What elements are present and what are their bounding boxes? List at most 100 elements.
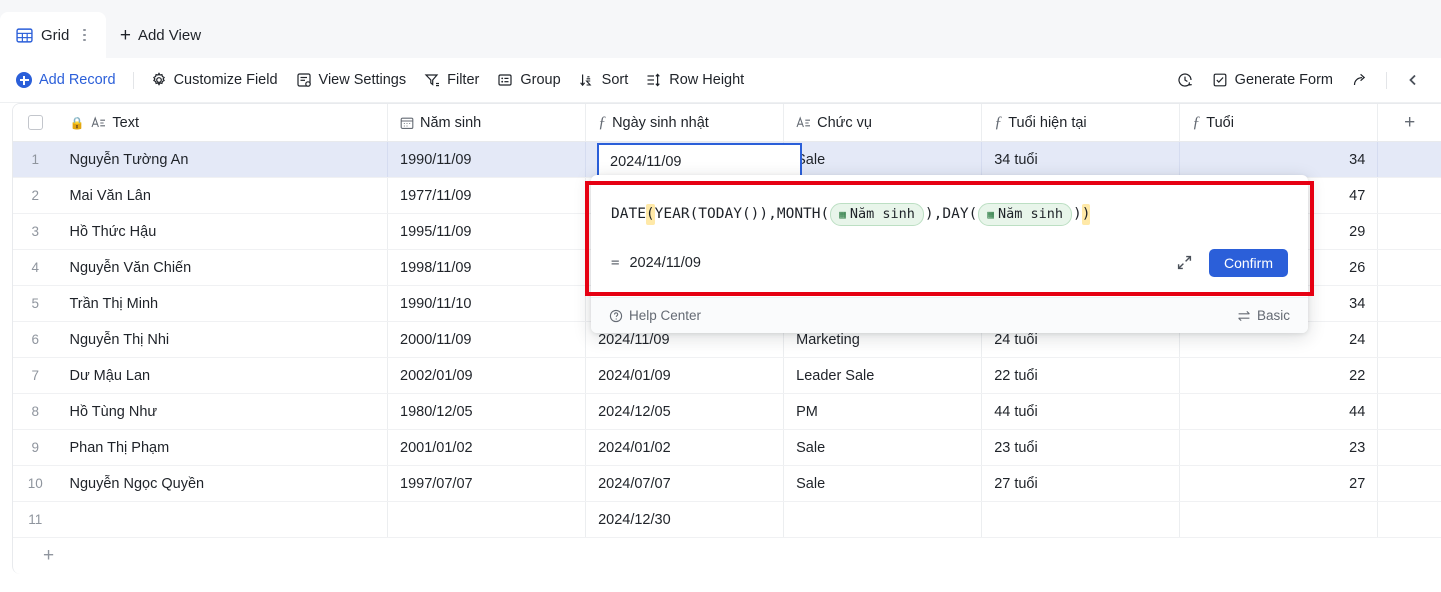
column-header-role[interactable]: Chức vụ	[784, 104, 983, 141]
table-row[interactable]: 10 Nguyễn Ngọc Quyền 1997/07/07 2024/07/07 S…	[13, 466, 1441, 502]
column-header-text[interactable]: 🔒 Text	[57, 104, 388, 141]
cell-role[interactable]	[784, 502, 983, 537]
cell-birth[interactable]: 2002/01/09	[388, 358, 587, 393]
cell-spacer	[1378, 178, 1441, 213]
view-tab-grid[interactable]: Grid	[0, 12, 106, 58]
cell-birth[interactable]: 1990/11/10	[388, 286, 587, 321]
cell-age[interactable]: 34	[1180, 142, 1379, 177]
cell-age[interactable]	[1180, 502, 1379, 537]
add-record-button[interactable]: Add Record	[12, 67, 125, 93]
cell-name[interactable]: Trần Thị Minh	[57, 286, 388, 321]
cell-num[interactable]: 7	[13, 358, 57, 393]
sort-button[interactable]: Sort	[570, 67, 638, 93]
cell-birth[interactable]	[388, 502, 587, 537]
cell-birth[interactable]: 1977/11/09	[388, 178, 587, 213]
table-row[interactable]: 8 Hồ Tùng Như 1980/12/05 2024/12/05 PM 44 tuổ…	[13, 394, 1441, 430]
filter-button[interactable]: Filter	[415, 67, 488, 93]
cell-num[interactable]: 11	[13, 502, 57, 537]
formula-paren-highlight: )	[1081, 204, 1091, 225]
cell-name[interactable]: Nguyễn Thị Nhi	[57, 322, 388, 357]
cell-birth[interactable]: 1980/12/05	[388, 394, 587, 429]
column-header-birthday[interactable]: ƒ Ngày sinh nhật	[586, 104, 785, 141]
cell-birth[interactable]: 1995/11/09	[388, 214, 587, 249]
cell-num[interactable]: 10	[13, 466, 57, 501]
active-cell-value: 2024/11/09	[610, 153, 682, 170]
cell-num[interactable]: 5	[13, 286, 57, 321]
cell-role[interactable]: Sale	[784, 430, 983, 465]
add-field-button[interactable]: +	[1378, 104, 1441, 141]
cell-num[interactable]: 8	[13, 394, 57, 429]
add-row-button[interactable]: +	[13, 538, 1441, 574]
cell-name[interactable]: Hồ Thức Hậu	[57, 214, 388, 249]
cell-bday[interactable]: 2024/01/02	[586, 430, 785, 465]
cell-bday[interactable]: 2024/07/07	[586, 466, 785, 501]
cell-birth[interactable]: 1998/11/09	[388, 250, 587, 285]
cell-bday[interactable]: 2024/12/05	[586, 394, 785, 429]
cell-name[interactable]: Nguyễn Văn Chiến	[57, 250, 388, 285]
cell-role[interactable]: Sale	[784, 466, 983, 501]
row-height-button[interactable]: Row Height	[637, 67, 753, 93]
cell-birth[interactable]: 1997/07/07	[388, 466, 587, 501]
cell-num[interactable]: 4	[13, 250, 57, 285]
cell-num[interactable]: 2	[13, 178, 57, 213]
cell-agetext[interactable]	[982, 502, 1181, 537]
confirm-button[interactable]: Confirm	[1208, 248, 1288, 277]
chevron-left-icon[interactable]	[1399, 66, 1427, 94]
group-button[interactable]: Group	[488, 67, 569, 93]
formula-input[interactable]: DATE(YEAR(TODAY()),MONTH(▦ Năm sinh),DAY(…	[611, 203, 1288, 226]
cell-agetext[interactable]: 22 tuổi	[982, 358, 1181, 393]
cell-num[interactable]: 6	[13, 322, 57, 357]
app-root: Grid + Add View Add Record Customize Fie…	[0, 0, 1441, 592]
history-clock-icon[interactable]	[1171, 66, 1199, 94]
more-vertical-icon[interactable]	[77, 28, 92, 42]
cell-age[interactable]: 27	[1180, 466, 1379, 501]
formula-text: ),DAY(	[924, 206, 978, 223]
cell-name[interactable]: Phan Thị Phạm	[57, 430, 388, 465]
generate-form-button[interactable]: Generate Form	[1203, 67, 1342, 93]
view-settings-button[interactable]: View Settings	[287, 67, 416, 93]
cell-birth[interactable]: 2001/01/02	[388, 430, 587, 465]
expand-diagonal-icon[interactable]	[1176, 254, 1193, 271]
cell-spacer	[1378, 286, 1441, 321]
table-row[interactable]: 7 Dư Mậu Lan 2002/01/09 2024/01/09 Leader Sa…	[13, 358, 1441, 394]
cell-name[interactable]	[57, 502, 388, 537]
help-center-link[interactable]: Help Center	[609, 308, 701, 323]
cell-age[interactable]: 23	[1180, 430, 1379, 465]
cell-age[interactable]: 44	[1180, 394, 1379, 429]
cell-role[interactable]: Leader Sale	[784, 358, 983, 393]
add-view-button[interactable]: + Add View	[106, 12, 215, 58]
cell-name[interactable]: Dư Mậu Lan	[57, 358, 388, 393]
cell-bday[interactable]: 2024/12/30	[586, 502, 785, 537]
date-field-icon: ▦	[987, 207, 994, 221]
cell-agetext[interactable]: 23 tuổi	[982, 430, 1181, 465]
cell-agetext[interactable]: 44 tuổi	[982, 394, 1181, 429]
cell-role[interactable]: PM	[784, 394, 983, 429]
cell-role[interactable]: Sale	[784, 142, 983, 177]
cell-name[interactable]: Nguyễn Tường An	[57, 142, 388, 177]
formula-text: YEAR(TODAY()),MONTH(	[654, 206, 830, 223]
cell-age[interactable]: 22	[1180, 358, 1379, 393]
cell-bday[interactable]: 2024/01/09	[586, 358, 785, 393]
cell-birth[interactable]: 1990/11/09	[388, 142, 587, 177]
table-row[interactable]: 11 2024/12/30	[13, 502, 1441, 538]
column-header-age[interactable]: ƒ Tuổi	[1180, 104, 1379, 141]
formula-field-chip[interactable]: ▦ Năm sinh	[830, 203, 924, 226]
customize-field-button[interactable]: Customize Field	[142, 67, 287, 93]
cell-name[interactable]: Nguyễn Ngọc Quyền	[57, 466, 388, 501]
cell-num[interactable]: 3	[13, 214, 57, 249]
share-arrow-icon[interactable]	[1346, 66, 1374, 94]
group-icon	[497, 72, 513, 88]
cell-num[interactable]: 1	[13, 142, 57, 177]
formula-mode-toggle[interactable]: Basic	[1237, 308, 1290, 323]
cell-agetext[interactable]: 27 tuổi	[982, 466, 1181, 501]
formula-field-chip[interactable]: ▦ Năm sinh	[978, 203, 1072, 226]
column-header-birth[interactable]: Năm sinh	[388, 104, 587, 141]
select-all-checkbox[interactable]	[13, 104, 57, 141]
cell-agetext[interactable]: 34 tuổi	[982, 142, 1181, 177]
column-header-current-age[interactable]: ƒ Tuổi hiện tại	[982, 104, 1181, 141]
table-row[interactable]: 9 Phan Thị Phạm 2001/01/02 2024/01/02 Sale 23…	[13, 430, 1441, 466]
cell-name[interactable]: Mai Văn Lân	[57, 178, 388, 213]
cell-name[interactable]: Hồ Tùng Như	[57, 394, 388, 429]
cell-birth[interactable]: 2000/11/09	[388, 322, 587, 357]
cell-num[interactable]: 9	[13, 430, 57, 465]
